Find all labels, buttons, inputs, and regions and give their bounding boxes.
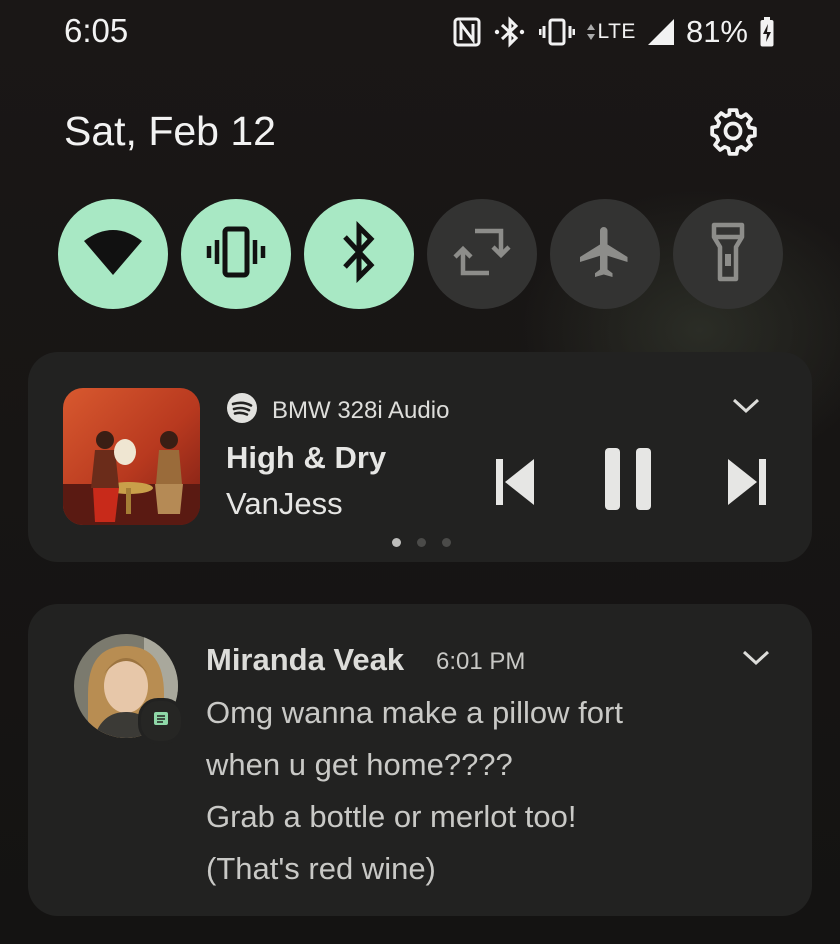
vibrate-icon <box>539 17 576 47</box>
messages-icon <box>152 710 170 733</box>
pause-button[interactable] <box>600 447 656 516</box>
message-line: Grab a bottle or merlot too! <box>206 799 577 834</box>
song-title: High & Dry <box>226 440 387 475</box>
vibrate-icon <box>204 225 268 284</box>
flashlight-tile[interactable] <box>673 199 783 309</box>
message-notification[interactable]: Miranda Veak 6:01 PM Omg wanna make a pi… <box>28 604 812 916</box>
page-dot[interactable] <box>442 538 451 547</box>
battery-charging-icon <box>760 17 774 47</box>
message-line: (That's red wine) <box>206 851 436 886</box>
bluetooth-icon <box>493 16 527 48</box>
date-label[interactable]: Sat, Feb 12 <box>64 108 276 155</box>
app-badge <box>138 698 184 744</box>
artist-name: VanJess <box>226 486 343 521</box>
media-player-card[interactable]: BMW 328i Audio High & Dry VanJess <box>28 352 812 562</box>
quick-settings-row <box>58 199 783 309</box>
wifi-icon <box>82 227 144 282</box>
message-line: Omg wanna make a pillow fort <box>206 695 623 730</box>
message-time: 6:01 PM <box>436 648 526 675</box>
signal-icon <box>647 19 674 45</box>
skip-next-icon <box>726 457 768 512</box>
output-device-label[interactable]: BMW 328i Audio <box>272 397 449 425</box>
data-arrows-icon <box>587 24 596 40</box>
spotify-icon <box>226 392 258 429</box>
page-dot[interactable] <box>392 538 401 547</box>
message-expand-button[interactable] <box>736 640 776 680</box>
next-track-button[interactable] <box>722 456 772 512</box>
rotate-icon <box>453 223 511 286</box>
battery-percentage: 81% <box>685 14 748 49</box>
pause-icon <box>603 447 653 516</box>
airplane-mode-tile[interactable] <box>550 199 660 309</box>
status-bar: 6:05 LTE 81% <box>0 0 840 64</box>
bluetooth-tile[interactable] <box>304 199 414 309</box>
media-app-row: BMW 328i Audio <box>226 392 449 429</box>
page-dot[interactable] <box>417 538 426 547</box>
skip-previous-icon <box>494 457 536 512</box>
media-page-indicator <box>392 538 451 547</box>
airplane-icon <box>575 222 635 287</box>
previous-track-button[interactable] <box>490 456 540 512</box>
network-type: LTE <box>597 20 636 43</box>
nfc-icon <box>453 17 481 47</box>
flashlight-icon <box>710 222 746 287</box>
message-line: when u get home???? <box>206 747 513 782</box>
vibrate-tile[interactable] <box>181 199 291 309</box>
chevron-down-icon <box>742 650 770 671</box>
sender-name: Miranda Veak <box>206 642 405 677</box>
status-clock: 6:05 <box>64 12 129 49</box>
media-expand-button[interactable] <box>726 388 766 428</box>
gear-icon <box>708 106 758 161</box>
status-icons: LTE 81% <box>453 14 774 50</box>
chevron-down-icon <box>732 398 760 419</box>
wifi-tile[interactable] <box>58 199 168 309</box>
bluetooth-icon <box>339 220 379 288</box>
lte-indicator: LTE <box>587 20 635 44</box>
settings-button[interactable] <box>704 104 762 162</box>
album-art[interactable] <box>63 388 200 525</box>
message-body: Omg wanna make a pillow fort when u get … <box>206 692 623 900</box>
auto-rotate-tile[interactable] <box>427 199 537 309</box>
